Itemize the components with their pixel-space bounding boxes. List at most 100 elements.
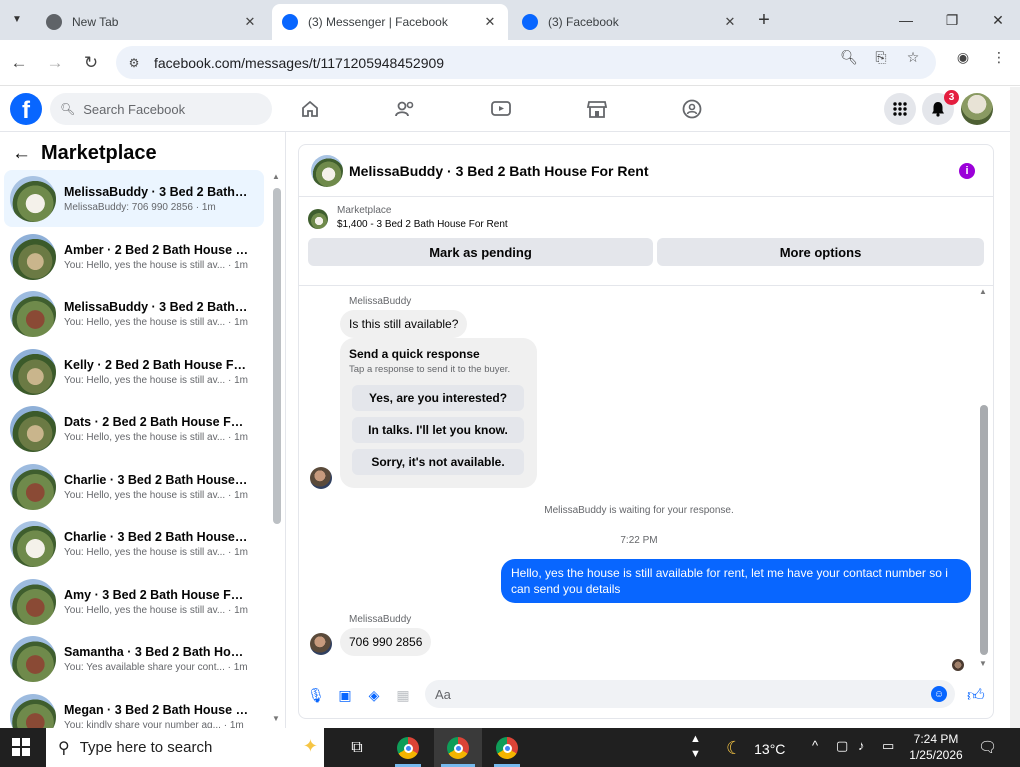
conversation-avatar bbox=[10, 463, 56, 510]
chat-avatar[interactable] bbox=[311, 154, 343, 187]
conversation-name: Kelly · 2 Bed 2 Bath House For R... bbox=[64, 357, 250, 372]
photo-icon[interactable]: ▣ bbox=[336, 686, 354, 704]
groups-icon[interactable] bbox=[679, 97, 705, 121]
windows-start-icon[interactable] bbox=[12, 738, 30, 756]
tab-messenger[interactable]: (3) Messenger | Facebook ✕ bbox=[272, 4, 508, 40]
new-tab-button[interactable]: + bbox=[752, 8, 776, 32]
restore-icon[interactable]: ❐ bbox=[940, 8, 964, 32]
marketplace-listing-bar: Marketplace $1,400 - 3 Bed 2 Bath House … bbox=[299, 198, 993, 286]
close-tab-icon[interactable]: ✕ bbox=[722, 14, 738, 30]
info-icon[interactable]: i bbox=[959, 163, 975, 179]
conversation-avatar bbox=[10, 348, 56, 395]
network-icon[interactable]: ▭ bbox=[882, 738, 894, 754]
conversation-item[interactable]: Charlie · 3 Bed 2 Bath House Fo... You: H… bbox=[4, 515, 264, 572]
bookmark-star-icon[interactable]: ☆ bbox=[904, 48, 922, 66]
tab-search-dropdown-icon[interactable]: ▼ bbox=[6, 8, 28, 30]
account-avatar[interactable] bbox=[961, 93, 993, 125]
home-icon[interactable] bbox=[297, 97, 323, 121]
facebook-icon bbox=[522, 14, 538, 30]
tab-title: (3) Messenger | Facebook bbox=[308, 15, 448, 29]
video-icon[interactable] bbox=[488, 97, 514, 121]
conversation-name: Dats · 2 Bed 2 Bath House For R... bbox=[64, 414, 250, 429]
conversation-item[interactable]: Megan · 3 Bed 2 Bath House Fo... You: kin… bbox=[4, 688, 264, 728]
task-view-icon[interactable]: ⧉ bbox=[344, 735, 370, 761]
chat-scrollbar[interactable] bbox=[980, 405, 988, 655]
facebook-logo-icon[interactable]: f bbox=[10, 93, 42, 125]
forward-arrow-icon[interactable]: → bbox=[43, 51, 67, 75]
more-options-button[interactable]: More options bbox=[657, 238, 984, 266]
conversation-preview: You: Hello, yes the house is still av...… bbox=[64, 489, 248, 501]
search-facebook-input[interactable]: 🔍︎ Search Facebook bbox=[50, 93, 272, 125]
weather-widget[interactable]: ☾ 13°C bbox=[726, 738, 785, 759]
friends-icon[interactable] bbox=[392, 97, 418, 121]
sidebar-title: Marketplace bbox=[41, 142, 157, 164]
conversation-item[interactable]: Amber · 2 Bed 2 Bath House Fo... You: Hel… bbox=[4, 228, 264, 285]
quick-response-subtitle: Tap a response to send it to the buyer. bbox=[349, 364, 511, 375]
like-thumb-icon[interactable]: 👍︎ bbox=[967, 685, 985, 706]
install-app-icon[interactable]: ⎘ bbox=[872, 48, 890, 66]
close-tab-icon[interactable]: ✕ bbox=[242, 14, 258, 30]
sticker-icon[interactable]: ◈ bbox=[365, 686, 383, 704]
quick-response-card: Send a quick response Tap a response to … bbox=[340, 338, 537, 488]
scroll-up-arrow-icon[interactable]: ▲ bbox=[272, 172, 280, 181]
show-hidden-icons-icon[interactable]: ^ bbox=[812, 738, 818, 753]
conversation-avatar bbox=[10, 405, 56, 452]
gif-icon[interactable]: ▦ bbox=[394, 686, 412, 704]
quick-response-button[interactable]: Sorry, it's not available. bbox=[352, 449, 524, 475]
marketplace-icon[interactable] bbox=[584, 97, 610, 121]
chrome-taskbar-icon[interactable] bbox=[494, 735, 520, 761]
meet-now-icon[interactable]: ▢ bbox=[836, 738, 848, 754]
conversation-name: MelissaBuddy · 3 Bed 2 Bath Ho... bbox=[64, 299, 250, 314]
reload-icon[interactable]: ↻ bbox=[79, 51, 103, 75]
zoom-icon[interactable]: 🔍︎ bbox=[840, 48, 858, 66]
conversation-item[interactable]: Dats · 2 Bed 2 Bath House For R... You: H… bbox=[4, 400, 264, 457]
tab-facebook[interactable]: (3) Facebook ✕ bbox=[512, 4, 748, 40]
scroll-down-arrow-icon[interactable]: ▼ bbox=[272, 714, 280, 723]
sender-avatar[interactable] bbox=[310, 633, 332, 655]
back-arrow-icon[interactable]: ← bbox=[7, 51, 31, 75]
scroll-down-arrow-icon[interactable]: ▼ bbox=[979, 659, 987, 668]
close-window-icon[interactable]: ✕ bbox=[986, 8, 1010, 32]
menu-grid-icon[interactable] bbox=[884, 93, 916, 125]
browser-tab-bar: ▼ New Tab ✕ (3) Messenger | Facebook ✕ (… bbox=[0, 0, 1020, 40]
chat-title[interactable]: MelissaBuddy · 3 Bed 2 Bath House For Re… bbox=[349, 163, 649, 179]
conversation-name: Amy · 3 Bed 2 Bath House For R... bbox=[64, 587, 250, 602]
message-input[interactable]: Aa ☺ bbox=[425, 680, 955, 708]
quick-response-button[interactable]: In talks. I'll let you know. bbox=[352, 417, 524, 443]
conversation-item[interactable]: Kelly · 2 Bed 2 Bath House For R... You: … bbox=[4, 343, 264, 400]
site-info-icon[interactable]: ⚙ bbox=[124, 53, 144, 73]
conversation-item[interactable]: Amy · 3 Bed 2 Bath House For R... You: He… bbox=[4, 573, 264, 630]
action-center-icon[interactable]: 🗨︎ bbox=[978, 738, 997, 756]
close-tab-icon[interactable]: ✕ bbox=[482, 14, 498, 30]
menu-kebab-icon[interactable]: ⋮ bbox=[990, 48, 1008, 66]
address-bar[interactable]: ⚙ facebook.com/messages/t/11712059484529… bbox=[116, 46, 936, 79]
microphone-icon[interactable]: 🎙︎ bbox=[307, 686, 325, 704]
conversation-item[interactable]: Samantha · 3 Bed 2 Bath House... You: Yes… bbox=[4, 630, 264, 687]
quick-response-button[interactable]: Yes, are you interested? bbox=[352, 385, 524, 411]
mark-as-pending-button[interactable]: Mark as pending bbox=[308, 238, 653, 266]
conversation-preview: You: Hello, yes the house is still av...… bbox=[64, 431, 248, 443]
taskbar-scroll-icon[interactable]: ▲ ▼ bbox=[690, 732, 701, 762]
conversation-item[interactable]: MelissaBuddy · 3 Bed 2 Bath Ho... You: He… bbox=[4, 285, 264, 342]
minimize-icon[interactable]: — bbox=[894, 8, 918, 32]
chrome-taskbar-icon[interactable] bbox=[395, 735, 421, 761]
sender-avatar[interactable] bbox=[310, 467, 332, 489]
sidebar-scrollbar[interactable] bbox=[273, 188, 281, 524]
conversation-item[interactable]: Charlie · 3 Bed 2 Bath House Fo... You: H… bbox=[4, 458, 264, 515]
listing-thumbnail[interactable] bbox=[308, 209, 328, 229]
volume-icon[interactable]: ♪ bbox=[858, 738, 865, 753]
emoji-icon[interactable]: ☺ bbox=[931, 686, 947, 702]
waiting-notice: MelissaBuddy is waiting for your respons… bbox=[544, 505, 734, 516]
back-arrow-icon[interactable]: ← bbox=[12, 143, 31, 165]
scroll-up-arrow-icon[interactable]: ▲ bbox=[979, 287, 987, 296]
profile-icon[interactable]: ◉ bbox=[954, 48, 972, 66]
search-placeholder: Search Facebook bbox=[83, 101, 186, 117]
listing-title[interactable]: $1,400 - 3 Bed 2 Bath House For Rent bbox=[337, 219, 508, 230]
chrome-taskbar-icon[interactable] bbox=[445, 735, 471, 761]
taskbar-clock[interactable]: 7:24 PM 1/25/2026 bbox=[906, 731, 966, 763]
taskbar-search-input[interactable]: ⚲ Type here to search ✦ bbox=[46, 728, 324, 767]
conversation-item[interactable]: MelissaBuddy · 3 Bed 2 Bath Ho... Melissa… bbox=[4, 170, 264, 227]
tab-title: New Tab bbox=[72, 15, 119, 29]
page-scrollbar[interactable] bbox=[1010, 87, 1020, 728]
tab-new-tab[interactable]: New Tab ✕ bbox=[36, 4, 268, 40]
